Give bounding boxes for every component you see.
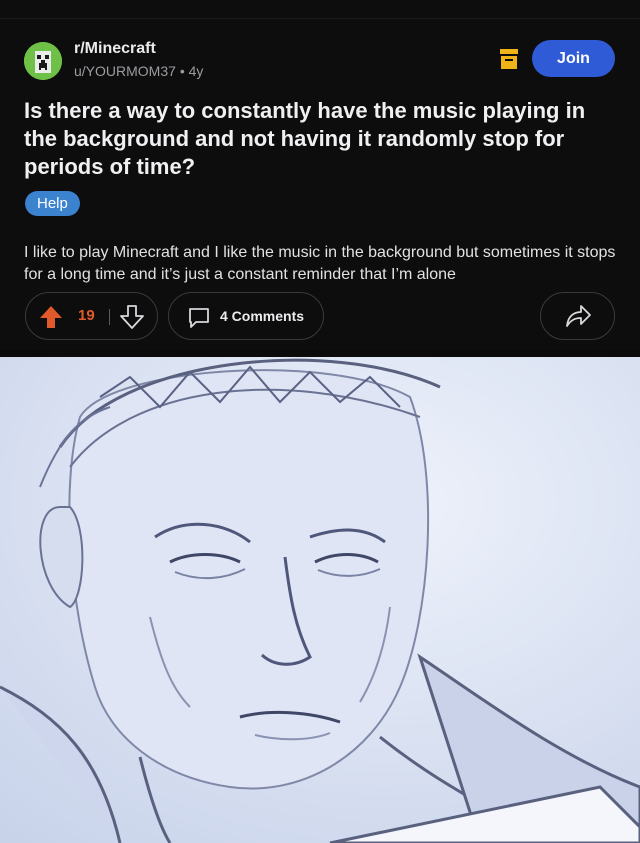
vote-divider: [109, 309, 110, 325]
comments-label: 4 Comments: [220, 308, 305, 324]
post-card: r/Minecraft u/YOURMOM37 • 4y Join Is the…: [0, 0, 640, 350]
post-meta: u/YOURMOM37 • 4y: [74, 63, 203, 79]
join-button[interactable]: Join: [532, 40, 615, 77]
downvote-icon[interactable]: [119, 304, 145, 330]
vote-score: 19: [78, 307, 95, 324]
post-age: 4y: [188, 63, 204, 79]
upvote-icon[interactable]: [38, 304, 64, 330]
vote-bar: 19: [25, 292, 158, 340]
top-divider: [0, 18, 640, 19]
post-divider: [0, 350, 640, 357]
creeper-avatar-icon: [24, 42, 62, 80]
subreddit-avatar[interactable]: [24, 42, 62, 80]
share-button[interactable]: [540, 292, 615, 340]
archive-icon: [500, 49, 518, 69]
post-flair[interactable]: Help: [25, 191, 80, 216]
post-title[interactable]: Is there a way to constantly have the mu…: [24, 97, 620, 181]
author-name[interactable]: u/YOURMOM37: [74, 63, 176, 79]
post-body: I like to play Minecraft and I like the …: [24, 244, 616, 283]
comment-icon: [189, 308, 209, 328]
sketch-illustration: [0, 357, 640, 843]
share-icon: [565, 305, 591, 327]
comments-button[interactable]: 4 Comments: [168, 292, 324, 340]
post-image-sad-man-sketch[interactable]: [0, 357, 640, 843]
meta-separator: •: [179, 63, 189, 79]
subreddit-name[interactable]: r/Minecraft: [74, 40, 156, 58]
